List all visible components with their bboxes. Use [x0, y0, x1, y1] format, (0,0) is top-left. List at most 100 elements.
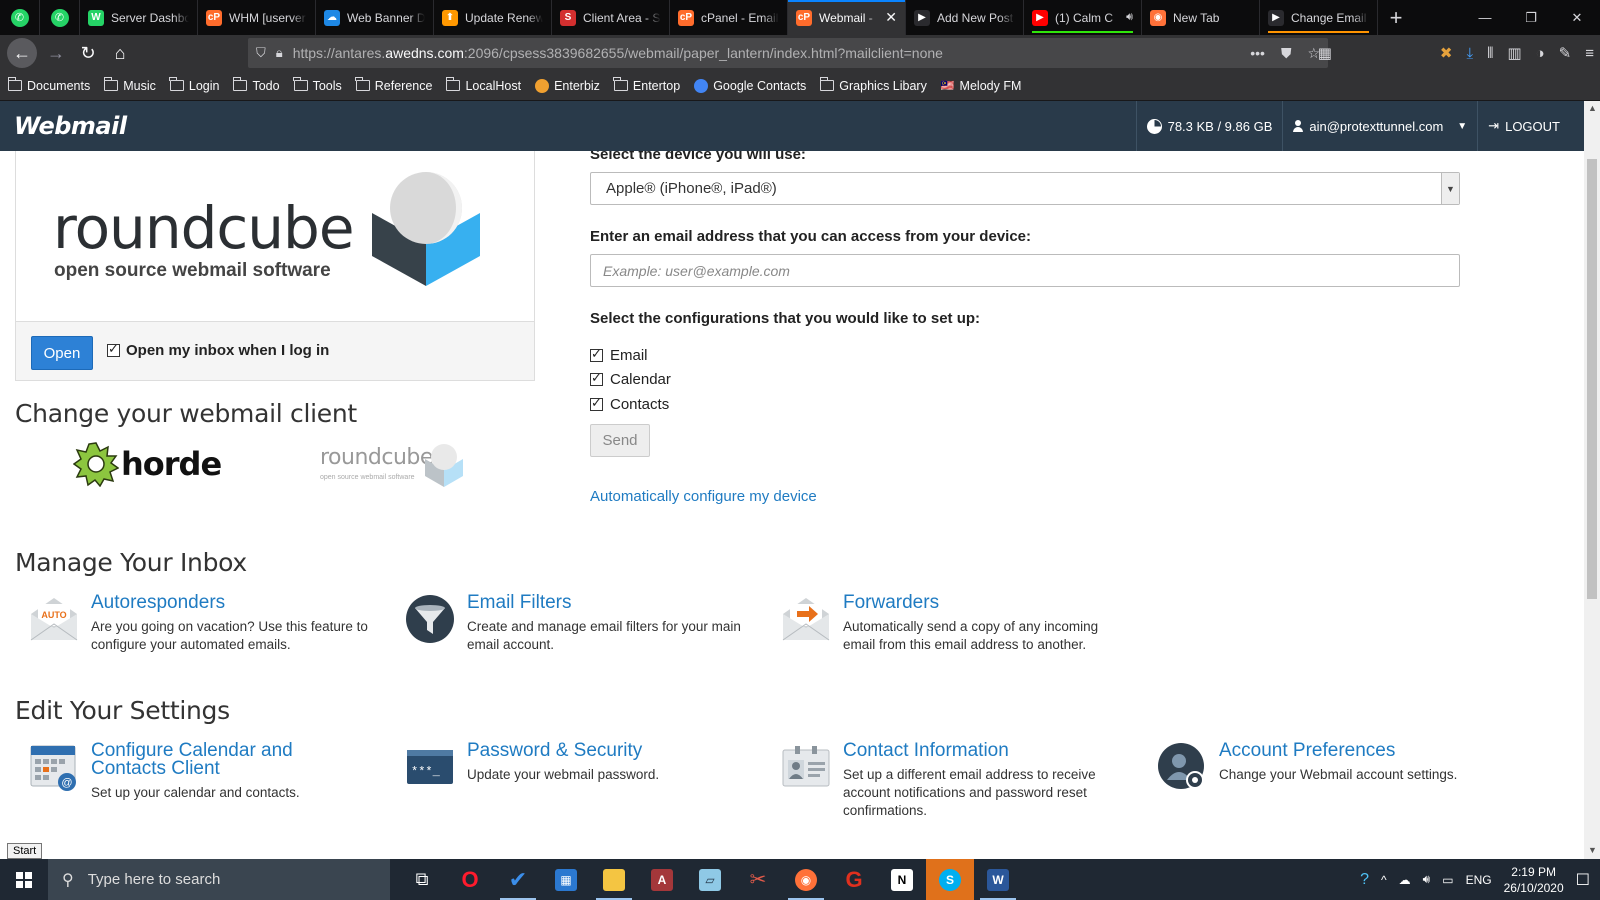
contact-information-item[interactable]: Contact Information Set up a different e… [781, 741, 1131, 820]
account-icon[interactable]: ◑ [1536, 45, 1545, 62]
configure-calendar-title[interactable]: Configure Calendar and Contacts Client [91, 741, 359, 778]
home-button[interactable]: ⌂ [104, 37, 136, 69]
config-calendar-checkbox[interactable] [590, 370, 603, 386]
restore-icon[interactable]: ❐ [1508, 0, 1554, 35]
forward-button[interactable]: → [40, 37, 72, 69]
scroll-up-icon[interactable]: ▲ [1588, 103, 1597, 113]
red-g-app[interactable]: G [830, 859, 878, 900]
bookmark-item[interactable]: Google Contacts [694, 78, 806, 93]
skype-app[interactable]: S [926, 859, 974, 900]
taskbar-search[interactable]: ⚲ Type here to search [48, 859, 390, 900]
start-button[interactable] [0, 859, 48, 900]
browser-tab[interactable]: ⬆ Update Renew [434, 0, 552, 35]
lock-icon[interactable]: 🔒︎ [276, 45, 283, 61]
new-tab-button[interactable]: + [1378, 0, 1414, 35]
word-app[interactable]: W [974, 859, 1022, 900]
contact-information-title[interactable]: Contact Information [843, 741, 1131, 760]
browser-tab[interactable]: W Server Dashboard [80, 0, 198, 35]
browser-tab[interactable]: ▶ Change Email [1260, 0, 1378, 35]
bookmark-item[interactable]: Login [169, 77, 219, 93]
device-email-input[interactable] [590, 254, 1460, 287]
disk-usage[interactable]: 78.3 KB / 9.86 GB [1135, 101, 1283, 151]
browser-tab[interactable]: ▶ Add New Post [906, 0, 1024, 35]
reload-button[interactable]: ↻ [72, 37, 104, 69]
account-preferences-item[interactable]: Account Preferences Change your Webmail … [1157, 741, 1507, 792]
password-security-title[interactable]: Password & Security [467, 741, 659, 760]
firefox-app[interactable]: ◉ [782, 859, 830, 900]
scroll-down-icon[interactable]: ▼ [1588, 845, 1597, 855]
autoresponders-item[interactable]: AUTO Autoresponders Are you going on vac… [29, 593, 379, 654]
logout-button[interactable]: ⇥ LOGOUT [1477, 101, 1570, 151]
bookmark-item[interactable]: Reference [355, 77, 432, 93]
extension-grid-icon[interactable]: ▦ [1318, 44, 1332, 62]
snipping-app[interactable]: ✂ [734, 859, 782, 900]
bookmark-item[interactable]: Tools [293, 77, 342, 93]
browser-tab[interactable]: cP WHM [userver [198, 0, 316, 35]
bookmark-item[interactable]: LocalHost [445, 77, 521, 93]
browser-tab[interactable]: S Client Area - S [552, 0, 670, 35]
downloads-icon[interactable]: ⤓ [1466, 45, 1473, 62]
bookmark-item[interactable]: 🇲🇾 Melody FM [941, 79, 1022, 93]
open-inbox-option[interactable]: Open my inbox when I log in [107, 341, 329, 359]
config-email-option[interactable]: Email [590, 346, 648, 364]
browser-tab[interactable]: cP Webmail - ✕ [788, 0, 906, 35]
notifications-icon[interactable]: ☐ [1576, 870, 1590, 890]
config-contacts-option[interactable]: Contacts [590, 395, 669, 413]
configure-calendar-item[interactable]: @ Configure Calendar and Contacts Client… [29, 741, 359, 802]
pinned-tab-whatsapp-1[interactable]: ✆ [0, 0, 40, 35]
forwarders-title[interactable]: Forwarders [843, 593, 1131, 612]
bookmark-item[interactable]: Entertop [613, 77, 680, 93]
bookmark-item[interactable]: Graphics Libary [819, 77, 927, 93]
browser-tab[interactable]: ▶ (1) Calm C 🔊︎ [1024, 0, 1142, 35]
opera-app[interactable]: O [446, 859, 494, 900]
open-button[interactable]: Open [31, 336, 93, 370]
scroll-thumb[interactable] [1587, 159, 1597, 599]
autoresponders-title[interactable]: Autoresponders [91, 593, 379, 612]
task-view-button[interactable]: ⧉ [398, 859, 446, 900]
send-button[interactable]: Send [590, 424, 650, 457]
browser-tab[interactable]: ◉ New Tab [1142, 0, 1260, 35]
pinned-tab-whatsapp-2[interactable]: ✆ [40, 0, 80, 35]
close-window-icon[interactable]: ✕ [1554, 0, 1600, 35]
email-filters-title[interactable]: Email Filters [467, 593, 755, 612]
config-calendar-option[interactable]: Calendar [590, 370, 671, 388]
extension-x-icon[interactable]: ✖ [1440, 44, 1453, 62]
access-app[interactable]: A [638, 859, 686, 900]
browser-tab[interactable]: ☁ Web Banner D [316, 0, 434, 35]
device-select[interactable]: Apple® (iPhone®, iPad®) ▼ [590, 172, 1460, 205]
todo-app[interactable]: ✔ [494, 859, 542, 900]
browser-tab[interactable]: cP cPanel - Email [670, 0, 788, 35]
tab-audio-icon[interactable]: 🔊︎ [1126, 11, 1133, 24]
auto-configure-link[interactable]: Automatically configure my device [590, 488, 817, 505]
onedrive-icon[interactable]: ☁ [1399, 873, 1411, 887]
config-contacts-checkbox[interactable] [590, 395, 603, 411]
config-email-checkbox[interactable] [590, 346, 603, 362]
page-actions-icon[interactable]: ••• [1250, 45, 1265, 62]
email-filters-item[interactable]: Email Filters Create and manage email fi… [405, 593, 755, 654]
minimize-icon[interactable]: — [1462, 0, 1508, 35]
password-security-item[interactable]: ***_ Password & Security Update your web… [405, 741, 755, 792]
webmail-logo[interactable]: Webmail [14, 112, 127, 140]
file-explorer-app[interactable] [590, 859, 638, 900]
menu-icon[interactable]: ≡ [1585, 45, 1594, 62]
chevron-down-icon[interactable]: ▼ [1441, 173, 1459, 204]
shield-icon[interactable]: ⛉ [256, 45, 266, 61]
address-bar[interactable]: ⛉ 🔒︎ https://antares.awedns.com:2096/cps… [248, 38, 1328, 68]
library-icon[interactable]: ⫴ [1487, 45, 1493, 62]
language-indicator[interactable]: ENG [1466, 873, 1492, 887]
notion-app[interactable]: N [878, 859, 926, 900]
help-icon[interactable]: ? [1360, 871, 1369, 889]
back-button[interactable]: ← [7, 38, 37, 68]
forwarders-item[interactable]: Forwarders Automatically send a copy of … [781, 593, 1131, 654]
tray-expand-icon[interactable]: ^ [1381, 873, 1387, 887]
bookmark-item[interactable]: Documents [7, 77, 90, 93]
account-preferences-title[interactable]: Account Preferences [1219, 741, 1457, 760]
bookmark-item[interactable]: Todo [232, 77, 280, 93]
user-menu[interactable]: ain@protexttunnel.com ▼ [1282, 101, 1477, 151]
sidebar-icon[interactable]: ▥ [1507, 44, 1521, 62]
notes-app[interactable]: ▱ [686, 859, 734, 900]
calendar-app[interactable]: ▦ [542, 859, 590, 900]
bookmark-item[interactable]: Enterbiz [535, 78, 600, 93]
bookmark-item[interactable]: Music [103, 77, 156, 93]
page-scrollbar[interactable]: ▲ ▼ [1584, 101, 1600, 859]
